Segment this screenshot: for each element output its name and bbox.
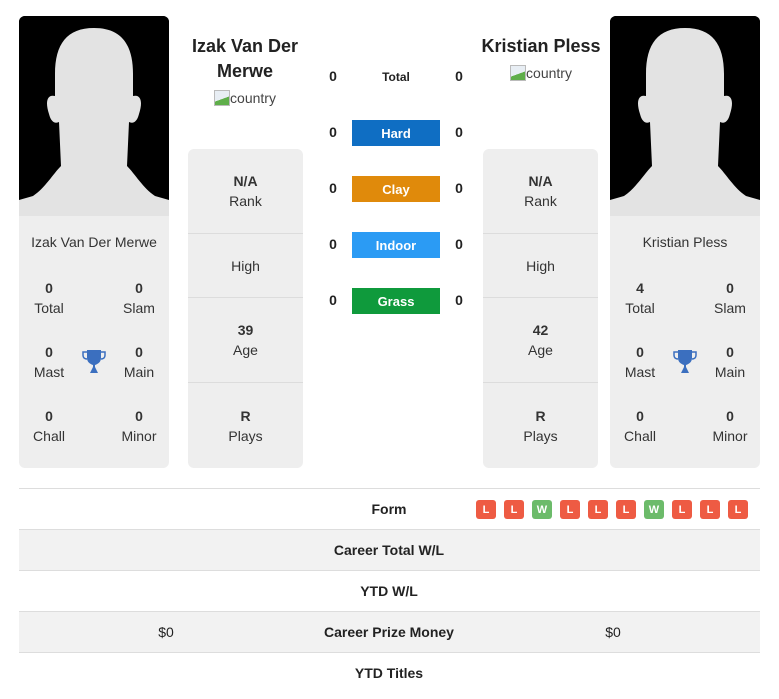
h2h-total-label: Total (382, 70, 410, 84)
h2h-clay-right: 0 (455, 180, 463, 196)
player1-rank: N/A Rank (188, 149, 303, 234)
h2h-indoor-right: 0 (455, 236, 463, 252)
player2-info-card: N/A Rank High 42 Age R Plays (483, 149, 598, 468)
player2-main-titles: 0 Main (714, 344, 746, 380)
form-row: Form LLWLLLWLLL (19, 489, 760, 530)
table-row: YTD W/L (19, 571, 760, 612)
h2h-clay-row: 0 Clay 0 (320, 176, 480, 202)
player1-card-name: Izak Van Der Merwe (31, 234, 157, 250)
player1-masters-titles: 0 Mast (33, 344, 65, 380)
h2h-hard-right: 0 (455, 124, 463, 140)
h2h-indoor-row: 0 Indoor 0 (320, 232, 480, 258)
silhouette-icon (610, 16, 760, 216)
surface-badge-clay: Clay (352, 176, 440, 202)
row-left-value: $0 (158, 624, 174, 640)
player2-plays: R Plays (523, 407, 558, 444)
row-label: Career Prize Money (324, 624, 454, 640)
form-badge-loss[interactable]: L (504, 500, 524, 519)
player1-high: High (188, 234, 303, 298)
h2h-total-row: 0 Total 0 (320, 64, 480, 90)
player2-minor-titles: 0 Minor (712, 408, 748, 444)
player1-country-flag: country (214, 90, 276, 106)
form-badge-loss[interactable]: L (728, 500, 748, 519)
player1-info-card: N/A Rank High 39 Age R Plays (188, 149, 303, 468)
player1-main-titles: 0 Main (123, 344, 155, 380)
row-label: YTD Titles (354, 665, 424, 681)
player1-challenger-titles: 0 Chall (33, 408, 65, 444)
form-badge-loss[interactable]: L (588, 500, 608, 519)
h2h-grass-row: 0 Grass 0 (320, 288, 480, 314)
trophy-icon (673, 350, 697, 373)
h2h-hard-row: 0 Hard 0 (320, 120, 480, 146)
trophy-icon (82, 350, 106, 373)
table-row: $0 Career Prize Money $0 (19, 612, 760, 653)
player1-minor-titles: 0 Minor (121, 408, 157, 444)
form-badge-loss[interactable]: L (700, 500, 720, 519)
form-badge-win[interactable]: W (532, 500, 552, 519)
h2h-indoor-left: 0 (329, 236, 337, 252)
broken-image-icon (214, 90, 231, 106)
h2h-grass-left: 0 (329, 292, 337, 308)
surface-badge-grass: Grass (352, 288, 440, 314)
h2h-hard-left: 0 (329, 124, 337, 140)
surface-badge-hard: Hard (352, 120, 440, 146)
player2-titles-card: Kristian Pless 4 Total 0 Slam 0 Mast 0 Main … (610, 16, 760, 468)
form-label: Form (371, 501, 407, 517)
player2-slam-titles: 0 Slam (714, 280, 746, 316)
player2-age: 42 Age (483, 298, 598, 383)
silhouette-icon (19, 16, 169, 216)
row-label: Career Total W/L (333, 542, 445, 558)
h2h-total-left: 0 (329, 68, 337, 84)
row-label: YTD W/L (360, 583, 418, 599)
player1-photo (19, 16, 169, 216)
player2-high: High (483, 234, 598, 298)
player1-titles-card: Izak Van Der Merwe 0 Total 0 Slam 0 Mast 0M… (19, 16, 169, 468)
player1-total-titles: 0 Total (34, 280, 64, 316)
table-row: YTD Titles (19, 653, 760, 694)
form-badge-loss[interactable]: L (672, 500, 692, 519)
h2h-grass-right: 0 (455, 292, 463, 308)
form-badge-loss[interactable]: L (616, 500, 636, 519)
player1-plays: R Plays (228, 407, 263, 444)
surface-badge-indoor: Indoor (352, 232, 440, 258)
player1-header: Izak Van Der Merwe country (180, 34, 310, 111)
player1-name-link[interactable]: Izak Van Der Merwe (180, 34, 310, 84)
table-row: Career Total W/L (19, 530, 760, 571)
player1-slam-titles: 0 Slam (123, 280, 155, 316)
h2h-clay-left: 0 (329, 180, 337, 196)
form-badges: LLWLLLWLLL (476, 500, 748, 519)
form-badge-win[interactable]: W (644, 500, 664, 519)
player2-name-link[interactable]: Kristian Pless (476, 34, 606, 59)
player2-total-titles: 4 Total (625, 280, 655, 316)
row-right-value: $0 (605, 624, 621, 640)
player2-card-name: Kristian Pless (642, 234, 728, 250)
comparison-table: Form LLWLLLWLLL Career Total W/L YTD W/L… (19, 488, 760, 694)
broken-image-icon (510, 65, 527, 81)
player2-challenger-titles: 0 Chall (624, 408, 656, 444)
form-badge-loss[interactable]: L (476, 500, 496, 519)
player2-masters-titles: 0 Mast (624, 344, 656, 380)
form-badge-loss[interactable]: L (560, 500, 580, 519)
player2-photo (610, 16, 760, 216)
player2-header: Kristian Pless country (476, 34, 606, 86)
player2-country-flag: country (510, 65, 572, 81)
player1-age: 39 Age (188, 298, 303, 383)
player2-rank: N/A Rank (483, 149, 598, 234)
h2h-total-right: 0 (455, 68, 463, 84)
